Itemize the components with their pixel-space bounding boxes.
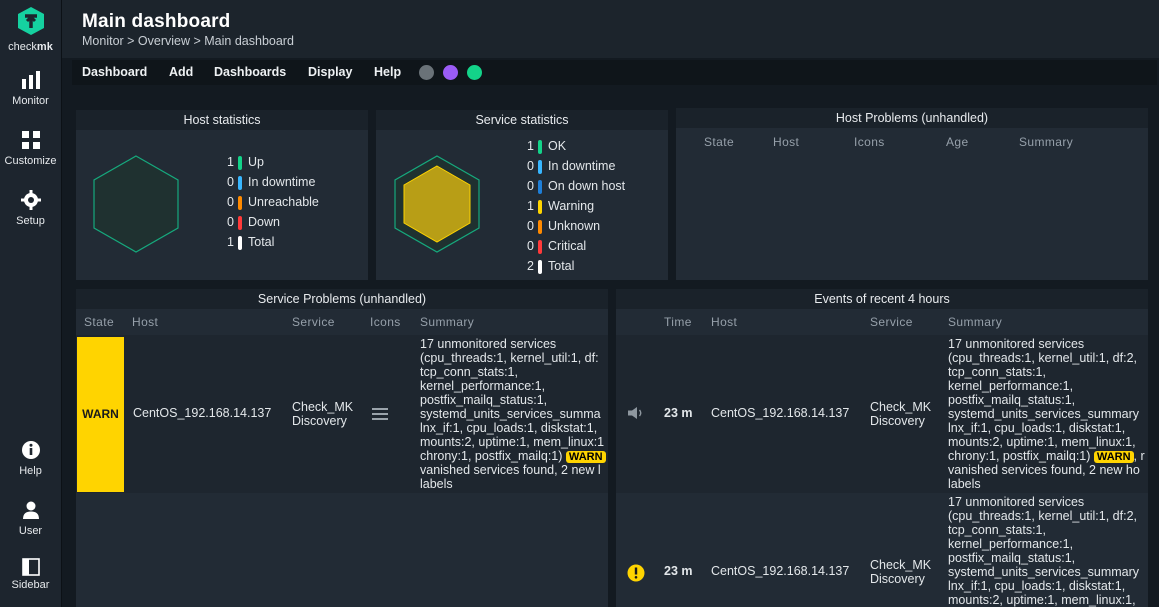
- menu-dashboards[interactable]: Dashboards: [214, 65, 286, 79]
- sidebar: checkmk Monitor Customize Setup Help Use…: [0, 0, 62, 607]
- host-statistics-dashlet: Host statistics 1 Up 0 In downtime 0 Unreac…: [76, 110, 368, 280]
- service-link-line1[interactable]: Check_MK: [870, 400, 931, 414]
- warn-badge: WARN: [1093, 451, 1134, 463]
- host-link[interactable]: CentOS_192.168.14.137: [711, 564, 849, 578]
- event-time: 23 m: [664, 564, 693, 578]
- breadcrumb[interactable]: Monitor > Overview > Main dashboard: [82, 34, 294, 48]
- host-hexagon-icon: [93, 155, 179, 253]
- globe-icon[interactable]: [419, 65, 434, 80]
- checkmk-logo[interactable]: checkmk: [0, 6, 61, 53]
- sidebar-item-label: User: [18, 525, 43, 537]
- host-problems-dashlet: Host Problems (unhandled) State Host Ico…: [676, 108, 1148, 280]
- column-header-host[interactable]: Host: [132, 315, 158, 329]
- grid-icon: [21, 131, 40, 149]
- column-header-host[interactable]: Host: [711, 315, 737, 329]
- column-header-summary[interactable]: Summary: [420, 315, 474, 329]
- warn-badge: WARN: [565, 451, 606, 463]
- dashlet-title: Host statistics: [76, 110, 368, 130]
- checkmk-logo-icon[interactable]: [443, 65, 458, 80]
- column-header-service[interactable]: Service: [870, 315, 913, 329]
- column-header-summary[interactable]: Summary: [1019, 135, 1073, 149]
- column-header-time[interactable]: Time: [664, 315, 692, 329]
- menu-display[interactable]: Display: [308, 65, 352, 79]
- dashlet-title: Host Problems (unhandled): [676, 108, 1148, 128]
- sidebar-item-monitor[interactable]: Monitor: [0, 70, 61, 107]
- column-header-host[interactable]: Host: [773, 135, 799, 149]
- column-header-age[interactable]: Age: [946, 135, 969, 149]
- service-hexagon-icon: [394, 155, 480, 253]
- service-link-line1[interactable]: Check_MK: [292, 400, 353, 414]
- service-link-line2[interactable]: Discovery: [870, 572, 925, 586]
- events-dashlet: Events of recent 4 hours Time Host Servi…: [616, 289, 1148, 607]
- bar-chart-icon: [21, 71, 40, 89]
- sidebar-item-user[interactable]: User: [0, 500, 61, 537]
- service-link-line2[interactable]: Discovery: [292, 414, 347, 428]
- service-problems-dashlet: Service Problems (unhandled) State Host …: [76, 289, 608, 607]
- menu-dashboard[interactable]: Dashboard: [82, 65, 147, 79]
- sidebar-toggle-icon: [21, 558, 40, 576]
- column-header-icons[interactable]: Icons: [854, 135, 885, 149]
- warning-icon: [627, 564, 645, 582]
- column-header-service[interactable]: Service: [292, 315, 335, 329]
- dashlet-title: Service Problems (unhandled): [76, 289, 608, 309]
- dashlet-title: Events of recent 4 hours: [616, 289, 1148, 309]
- state-badge[interactable]: WARN: [77, 337, 124, 492]
- logo-text: checkmk: [8, 41, 53, 53]
- event-time: 23 m: [664, 406, 693, 420]
- info-icon: [21, 441, 40, 459]
- page-header: Main dashboard Monitor > Overview > Main…: [62, 0, 1159, 58]
- menu-add[interactable]: Add: [169, 65, 193, 79]
- checkmk-logo-icon: [17, 7, 44, 35]
- host-link[interactable]: CentOS_192.168.14.137: [711, 406, 849, 420]
- service-link-line2[interactable]: Discovery: [870, 414, 925, 428]
- user-icon: [22, 501, 39, 519]
- sidebar-item-label: Help: [19, 465, 42, 477]
- column-header-state[interactable]: State: [704, 135, 734, 149]
- sidebar-item-sidebar[interactable]: Sidebar: [0, 558, 61, 591]
- column-header-summary[interactable]: Summary: [948, 315, 1002, 329]
- sidebar-item-customize[interactable]: Customize: [0, 130, 61, 167]
- sidebar-item-label: Sidebar: [11, 579, 50, 591]
- sidebar-item-help[interactable]: Help: [0, 440, 61, 477]
- sidebar-item-label: Customize: [4, 155, 57, 167]
- gear-icon: [20, 190, 41, 210]
- menu-help[interactable]: Help: [374, 65, 401, 79]
- list-icon[interactable]: [467, 65, 482, 80]
- sidebar-item-label: Setup: [16, 215, 45, 227]
- dashlet-title: Service statistics: [376, 110, 668, 130]
- service-statistics-dashlet: Service statistics 1 OK 0 In downtime 0 On …: [376, 110, 668, 280]
- page-title: Main dashboard: [82, 11, 231, 32]
- sidebar-item-setup[interactable]: Setup: [0, 190, 61, 227]
- menu-icon[interactable]: [372, 407, 388, 421]
- service-link-line1[interactable]: Check_MK: [870, 558, 931, 572]
- host-link[interactable]: CentOS_192.168.14.137: [133, 406, 271, 420]
- sidebar-item-label: Monitor: [12, 95, 49, 107]
- column-header-state[interactable]: State: [84, 315, 114, 329]
- column-header-icons[interactable]: Icons: [370, 315, 401, 329]
- menu-bar: Dashboard Add Dashboards Display Help: [72, 60, 1157, 85]
- sound-icon: [628, 407, 642, 419]
